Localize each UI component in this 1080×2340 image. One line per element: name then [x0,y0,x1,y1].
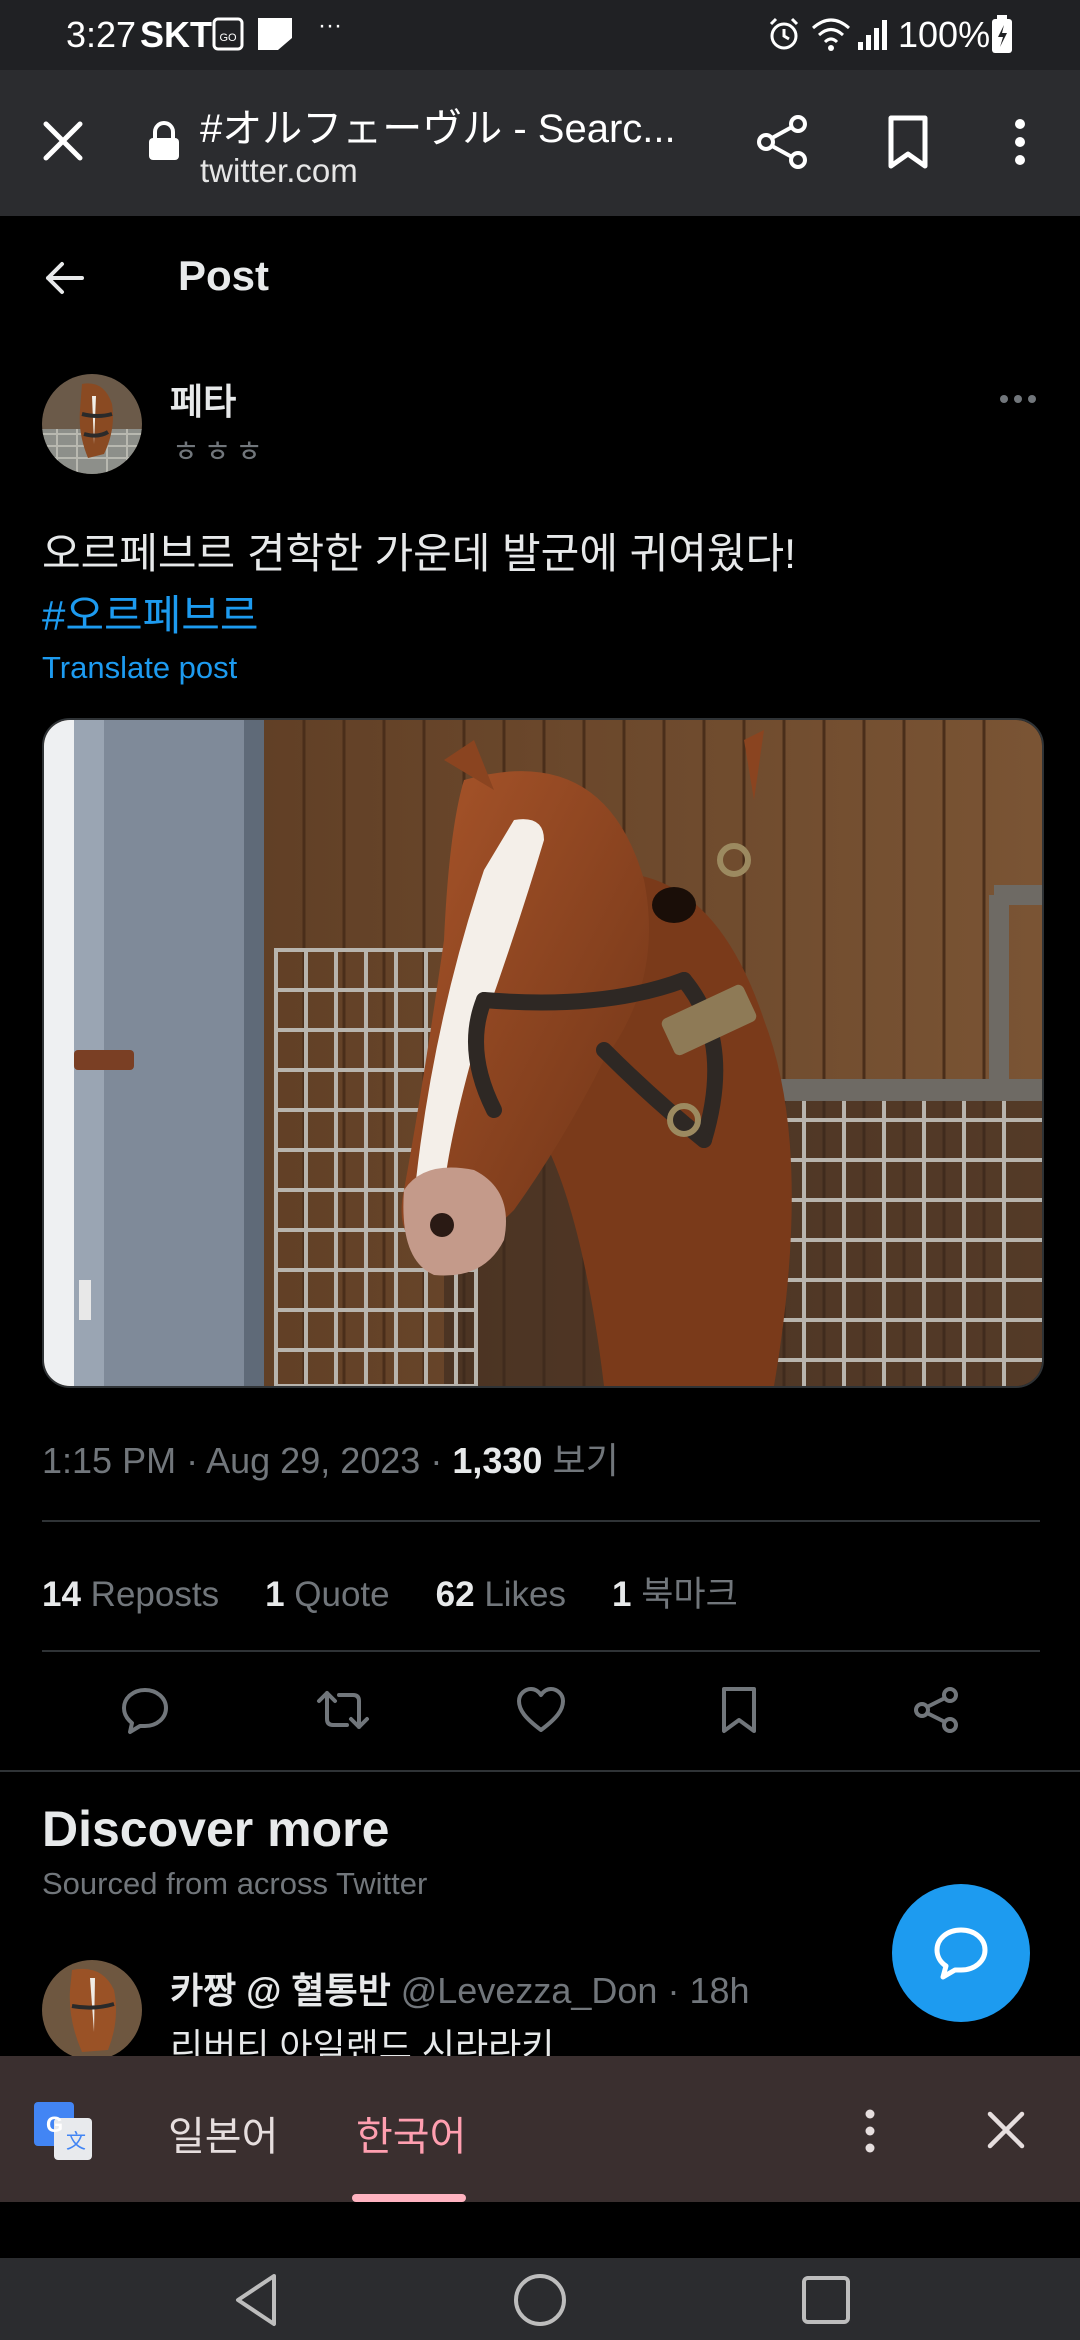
post-date: Aug 29, 2023 [206,1440,421,1481]
author-handle[interactable]: ㅎㅎㅎ [172,427,267,471]
quotes-stat[interactable]: 1 Quote [265,1575,390,1614]
share-icon[interactable] [756,114,810,170]
compose-reply-fab[interactable] [892,1884,1030,2022]
status-bar: 3:27 SKT GO ··· 100% [0,0,1080,70]
post-hashtag-link[interactable]: #오르페브르 [42,582,259,643]
reply-icon [934,1927,988,1980]
avatar[interactable] [42,374,142,474]
repost-icon [317,1691,369,1729]
status-more: ··· [318,12,342,39]
share-icon [914,1687,958,1733]
game-icon: GO [212,17,244,51]
divider [42,1520,1040,1522]
back-arrow-icon[interactable] [42,256,86,300]
header-title: Post [178,252,270,299]
status-time: 3:27 [66,14,137,55]
page-domain[interactable]: twitter.com [200,152,358,190]
post-image[interactable] [42,718,1044,1388]
bookmark-icon [722,1687,756,1733]
back-icon[interactable] [226,2270,286,2330]
signal-icon [858,20,887,50]
discover-item-time: · 18h [667,1970,750,2011]
post-time: 1:15 PM [42,1440,177,1481]
system-nav-bar [0,2258,1080,2340]
alarm-icon [769,17,799,50]
post-text: 오르페브르 견학한 가운데 발군에 귀여웠다! [42,530,796,577]
close-icon[interactable] [40,118,86,164]
share-post-button[interactable] [892,1680,982,1740]
likes-stat[interactable]: 62 Likes [436,1575,566,1614]
repost-button[interactable] [298,1680,388,1740]
lock-icon [149,121,179,160]
views-count: 1,330 [452,1440,543,1481]
discover-title: Discover more [42,1801,390,1857]
avatar[interactable] [42,1960,142,2060]
reply-button[interactable] [100,1680,190,1740]
translate-bar: G 文 일본어 한국어 [0,2056,1080,2202]
translate-post-link[interactable]: Translate post [42,650,237,686]
status-carrier: SKT [140,14,212,55]
active-tab-indicator [352,2194,466,2202]
battery-percent: 100% [898,14,991,55]
svg-text:GO: GO [219,32,237,44]
reply-icon [122,1688,168,1734]
bookmark-icon[interactable] [886,114,930,170]
post-stats: 14 Reposts 1 Quote 62 Likes 1 북마크 [42,1566,784,1617]
page-title[interactable]: #オルフェーヴル - Searc... [200,96,676,154]
home-icon[interactable] [510,2270,570,2330]
author-name[interactable]: 페타 [170,373,236,425]
divider [0,1770,1080,1772]
divider [42,1650,1040,1652]
note-icon [258,18,292,50]
target-language-tab[interactable]: 한국어 [356,2104,466,2162]
source-language-tab[interactable]: 일본어 [168,2104,278,2162]
svg-text:G: G [46,2112,63,2137]
heart-icon [517,1687,565,1732]
wifi-icon [812,18,850,51]
svg-text:文: 文 [66,2130,86,2153]
discover-author-handle[interactable]: @Levezza_Don [401,1970,658,2011]
google-translate-icon: G 文 [34,2102,92,2160]
battery-icon [992,15,1012,53]
recents-icon[interactable] [796,2270,856,2330]
more-vertical-icon[interactable] [1004,116,1036,168]
like-button[interactable] [496,1680,586,1740]
reposts-stat[interactable]: 14 Reposts [42,1575,219,1614]
discover-author-name[interactable]: 카짱 @ 혈통반 [170,1970,391,2011]
more-vertical-icon[interactable] [858,2106,882,2156]
bookmark-post-button[interactable] [694,1680,784,1740]
bookmarks-stat[interactable]: 1 북마크 [612,1575,738,1614]
more-horizontal-icon[interactable] [998,392,1038,406]
post-timestamp: 1:15 PM · Aug 29, 2023 · 1,330 보기 [42,1440,619,1481]
views-label: 보기 [552,1440,619,1481]
close-icon[interactable] [986,2110,1026,2150]
discover-subtitle: Sourced from across Twitter [42,1866,428,1901]
discover-item-author[interactable]: 카짱 @ 혈통반 @Levezza_Don · 18h [170,1962,750,2014]
browser-toolbar: #オルフェーヴル - Searc... twitter.com [0,70,1080,216]
